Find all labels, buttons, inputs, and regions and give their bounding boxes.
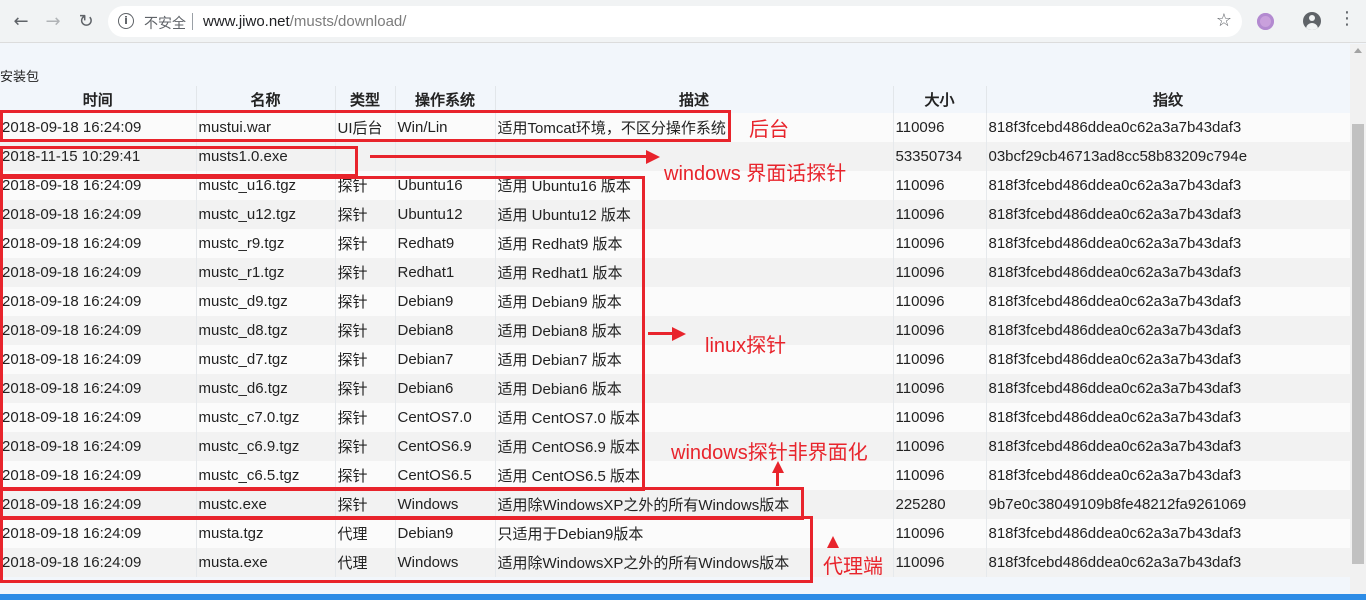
cell-size: 110096 [893, 113, 987, 142]
bottom-status-strip [0, 594, 1366, 600]
cell-size: 110096 [893, 258, 987, 287]
cell-hash: 818f3fcebd486ddea0c62a3a7b43daf3 [986, 548, 1351, 577]
cell-hash: 818f3fcebd486ddea0c62a3a7b43daf3 [986, 229, 1351, 258]
annotation-box-backend [0, 110, 731, 142]
cell-size: 110096 [893, 548, 987, 577]
account-icon[interactable] [1303, 12, 1321, 30]
cell-size: 110096 [893, 345, 987, 374]
cell-hash: 818f3fcebd486ddea0c62a3a7b43daf3 [986, 258, 1351, 287]
annotation-label-backend: 后台 [749, 119, 789, 141]
scroll-up-icon[interactable] [1354, 48, 1362, 53]
arrow-right-icon-linux [672, 327, 686, 341]
cell-size: 53350734 [893, 142, 987, 171]
cell-size: 110096 [893, 171, 987, 200]
col-header-type[interactable]: 类型 [335, 86, 396, 113]
annotation-box-linux [0, 176, 645, 491]
cell-size: 110096 [893, 229, 987, 258]
address-separator [192, 13, 193, 30]
menu-dots-icon[interactable]: ⋮ [1338, 8, 1356, 29]
cell-size: 225280 [893, 490, 987, 519]
table-header-row: 时间 名称 类型 操作系统 描述 大小 指纹 [0, 86, 1351, 113]
reload-icon[interactable]: ↻ [73, 8, 99, 34]
cell-size: 110096 [893, 519, 987, 548]
col-header-time[interactable]: 时间 [0, 86, 197, 113]
arrow-right-icon-windows-gui [646, 150, 660, 164]
cell-hash: 818f3fcebd486ddea0c62a3a7b43daf3 [986, 200, 1351, 229]
col-header-name[interactable]: 名称 [196, 86, 336, 113]
cell-size: 110096 [893, 403, 987, 432]
section-title: 安装包 [0, 69, 40, 84]
annotation-box-proxy [0, 516, 813, 583]
address-bar[interactable]: i 不安全 www.jiwo.net/musts/download/ ☆ [108, 6, 1242, 37]
cell-hash: 818f3fcebd486ddea0c62a3a7b43daf3 [986, 316, 1351, 345]
cell-hash: 818f3fcebd486ddea0c62a3a7b43daf3 [986, 287, 1351, 316]
annotation-label-linux: linux探针 [705, 335, 787, 357]
arrow-line-windows-cli [776, 472, 779, 486]
cell-hash: 03bcf29cb46713ad8cc58b83209c794e [986, 142, 1351, 171]
arrow-right-icon[interactable]: → [40, 8, 66, 34]
cell-hash: 818f3fcebd486ddea0c62a3a7b43daf3 [986, 113, 1351, 142]
annotation-label-windows-gui: windows 界面话探针 [664, 163, 847, 185]
col-header-os[interactable]: 操作系统 [395, 86, 496, 113]
cell-size: 110096 [893, 200, 987, 229]
bookmark-star-icon[interactable]: ☆ [1216, 10, 1232, 31]
cell-hash: 818f3fcebd486ddea0c62a3a7b43daf3 [986, 432, 1351, 461]
col-header-desc[interactable]: 描述 [495, 86, 894, 113]
annotation-label-proxy: 代理端 [823, 556, 883, 578]
vertical-scrollbar[interactable] [1350, 44, 1366, 594]
url-path: /musts/download/ [289, 13, 407, 30]
arrow-left-icon[interactable]: ← [8, 8, 34, 34]
cell-size: 110096 [893, 374, 987, 403]
arrow-up-icon-proxy [827, 536, 839, 548]
cell-size: 110096 [893, 287, 987, 316]
info-icon[interactable]: i [118, 13, 134, 29]
annotation-box-windows-gui [0, 146, 358, 177]
cell-hash: 818f3fcebd486ddea0c62a3a7b43daf3 [986, 461, 1351, 490]
cell-hash: 818f3fcebd486ddea0c62a3a7b43daf3 [986, 171, 1351, 200]
annotation-label-windows-cli: windows探针非界面化 [671, 442, 868, 464]
url-host: www.jiwo.net [203, 13, 290, 30]
cell-hash: 818f3fcebd486ddea0c62a3a7b43daf3 [986, 345, 1351, 374]
cell-size: 110096 [893, 316, 987, 345]
url-text[interactable]: www.jiwo.net/musts/download/ [203, 13, 406, 30]
arrow-line-linux [648, 332, 674, 335]
col-header-size[interactable]: 大小 [893, 86, 987, 113]
cell-hash: 818f3fcebd486ddea0c62a3a7b43daf3 [986, 519, 1351, 548]
col-header-hash[interactable]: 指纹 [986, 86, 1351, 113]
browser-toolbar: ← → ↻ i 不安全 www.jiwo.net/musts/download/… [0, 0, 1366, 43]
cell-hash: 818f3fcebd486ddea0c62a3a7b43daf3 [986, 374, 1351, 403]
cell-size: 110096 [893, 461, 987, 490]
cell-size: 110096 [893, 432, 987, 461]
arrow-line-windows-gui [370, 155, 648, 158]
scrollbar-thumb[interactable] [1352, 124, 1364, 564]
security-label: 不安全 [144, 15, 186, 31]
extension-icon[interactable] [1257, 13, 1274, 30]
cell-hash: 818f3fcebd486ddea0c62a3a7b43daf3 [986, 403, 1351, 432]
cell-hash: 9b7e0c38049109b8fe48212fa9261069 [986, 490, 1351, 519]
